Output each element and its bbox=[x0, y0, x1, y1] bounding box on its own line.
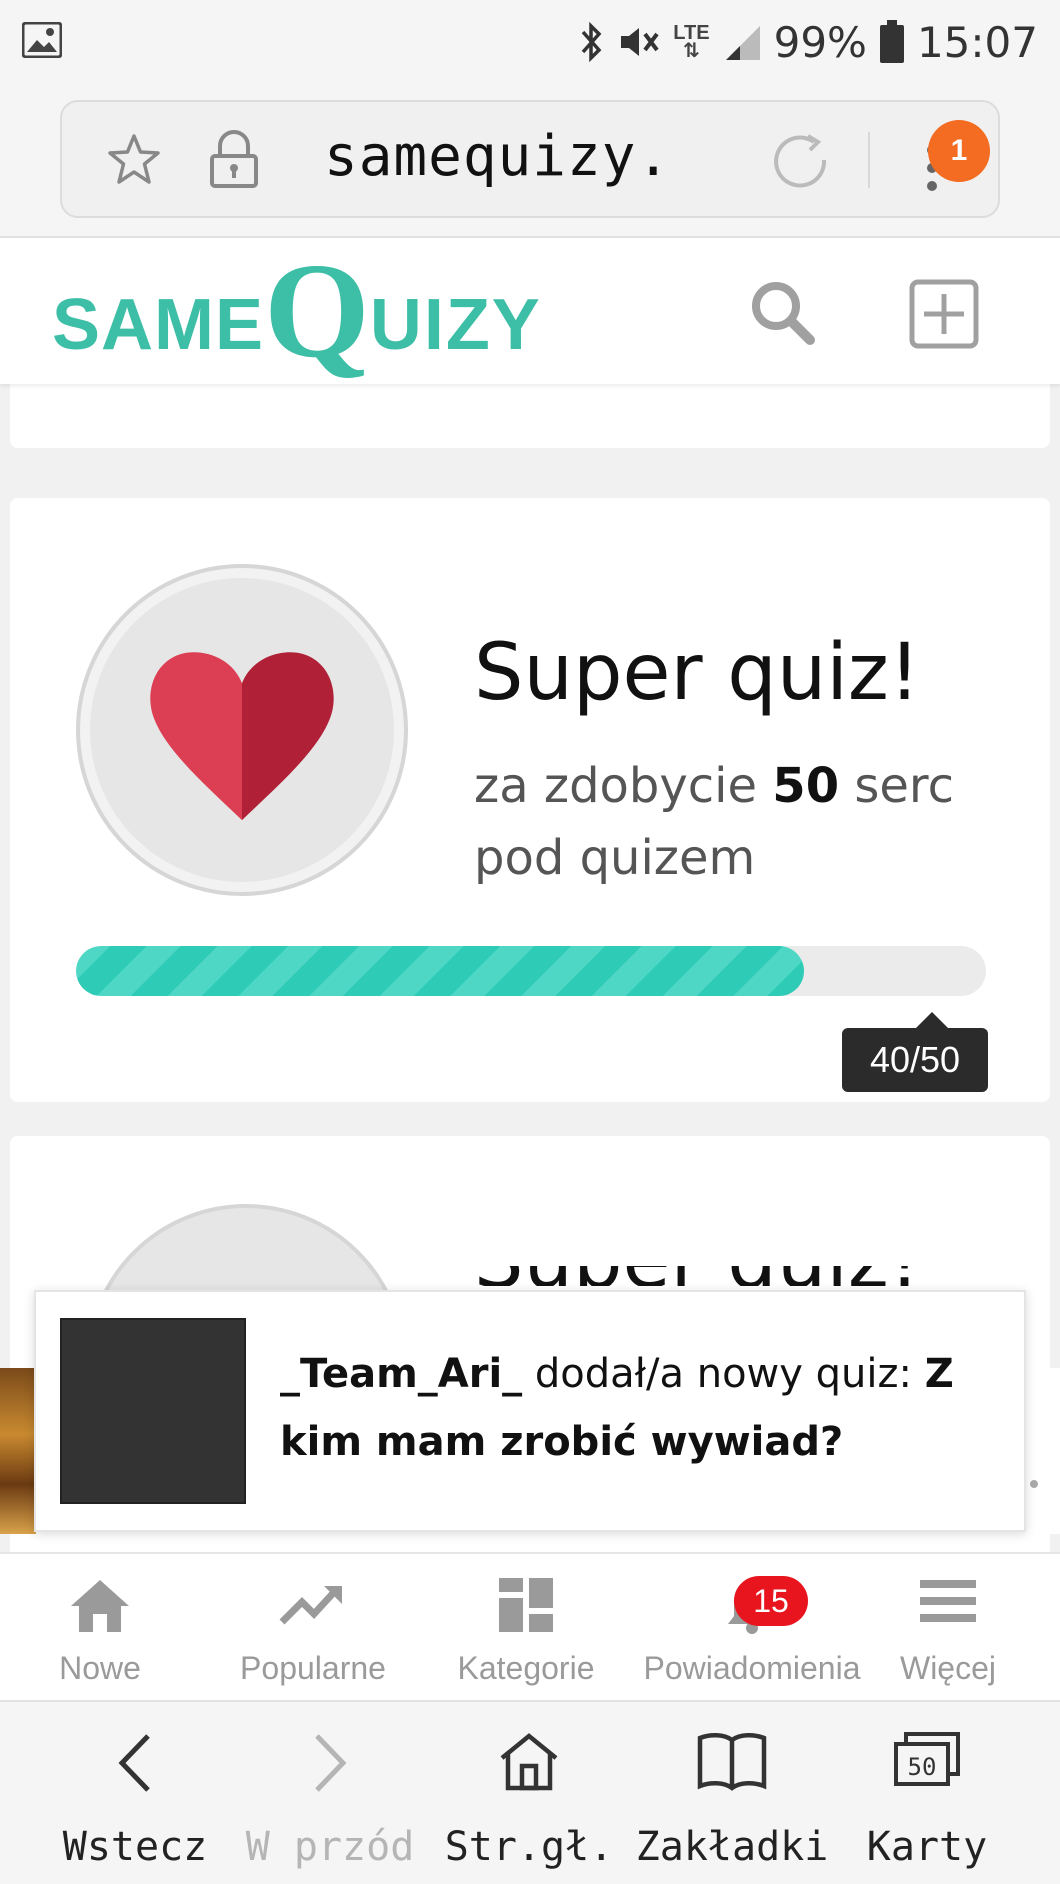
notification-user: _Team_Ari_ bbox=[280, 1351, 523, 1397]
add-quiz-icon[interactable] bbox=[908, 278, 980, 350]
progress-tooltip: 40/50 bbox=[842, 1012, 988, 1092]
nav-categories[interactable]: Kategorie bbox=[436, 1554, 616, 1702]
achievement-title: Super quiz! bbox=[474, 1266, 1034, 1286]
menu-icon bbox=[920, 1580, 976, 1622]
home-icon bbox=[500, 1733, 558, 1791]
browser-back-button[interactable]: Wstecz bbox=[50, 1702, 220, 1884]
bluetooth-icon bbox=[581, 22, 602, 62]
required-hearts: 50 bbox=[772, 758, 840, 814]
categories-icon bbox=[499, 1578, 553, 1632]
app-bottom-nav: Nowe Popularne Kategorie Powiadomienia 1… bbox=[0, 1552, 1060, 1700]
tabs-count: 50 bbox=[908, 1753, 937, 1781]
achievement-description: za zdobycie 50 serc pod quizem bbox=[474, 758, 954, 886]
achievement-title: Super quiz! bbox=[474, 628, 921, 718]
tabs-icon: 50 bbox=[894, 1732, 960, 1786]
browser-bottom-toolbar: Wstecz W przód Str.gł. Zakładki 50 Karty bbox=[0, 1700, 1060, 1884]
heart-icon bbox=[150, 652, 334, 821]
achievement-card: Super quiz! za zdobycie 50 serc pod quiz… bbox=[10, 498, 1050, 1102]
address-bar[interactable]: samequizy. 1 bbox=[60, 100, 1000, 218]
browser-bookmarks-button[interactable]: Zakładki bbox=[632, 1702, 832, 1884]
achievement-progress-bar bbox=[76, 946, 986, 996]
lock-icon[interactable] bbox=[208, 128, 260, 190]
search-icon[interactable] bbox=[748, 278, 818, 348]
toolbar-divider bbox=[868, 132, 870, 188]
status-bar: LTE ⇅ 99% 15:07 bbox=[0, 0, 1060, 84]
nav-more[interactable]: Więcej bbox=[888, 1554, 1008, 1702]
bookmark-star-icon[interactable] bbox=[106, 132, 162, 188]
browser-tabs-button[interactable]: 50 Karty bbox=[862, 1702, 992, 1884]
quiz-thumbnail[interactable] bbox=[60, 1318, 246, 1504]
nav-new[interactable]: Nowe bbox=[30, 1554, 170, 1702]
ad-image[interactable] bbox=[0, 1368, 36, 1534]
mute-icon bbox=[621, 28, 659, 56]
notifications-count-badge[interactable]: 15 bbox=[734, 1576, 808, 1626]
battery-icon bbox=[879, 20, 904, 63]
signal-icon bbox=[725, 26, 760, 60]
progress-fill bbox=[76, 946, 804, 996]
achievement-badge bbox=[76, 564, 408, 896]
browser-toolbar: samequizy. 1 bbox=[0, 84, 1060, 238]
nav-popular[interactable]: Popularne bbox=[218, 1554, 408, 1702]
image-icon bbox=[22, 22, 62, 58]
back-icon bbox=[118, 1734, 150, 1792]
battery-percent: 99% bbox=[773, 17, 867, 67]
bookmarks-icon bbox=[697, 1733, 767, 1791]
notification-text[interactable]: _Team_Ari_ dodał/a nowy quiz: Z kim mam … bbox=[280, 1340, 1000, 1476]
forward-icon bbox=[315, 1734, 347, 1792]
home-icon bbox=[71, 1580, 129, 1632]
trending-icon bbox=[279, 1586, 342, 1625]
ad-dot bbox=[1030, 1480, 1038, 1488]
reload-icon[interactable] bbox=[770, 130, 832, 192]
browser-home-button[interactable]: Str.gł. bbox=[444, 1702, 614, 1884]
app-header: SAME Q UIZY bbox=[0, 238, 1060, 384]
achievement-card bbox=[10, 384, 1050, 448]
new-quiz-notification[interactable]: _Team_Ari_ dodał/a nowy quiz: Z kim mam … bbox=[34, 1290, 1026, 1532]
clock: 15:07 bbox=[916, 17, 1038, 67]
menu-notification-badge[interactable]: 1 bbox=[928, 120, 990, 182]
url-text[interactable]: samequizy. bbox=[324, 124, 724, 189]
browser-forward-button[interactable]: W przód bbox=[240, 1702, 420, 1884]
samequizy-logo[interactable]: SAME Q UIZY bbox=[52, 243, 542, 379]
lte-indicator: LTE ⇅ bbox=[673, 22, 710, 62]
